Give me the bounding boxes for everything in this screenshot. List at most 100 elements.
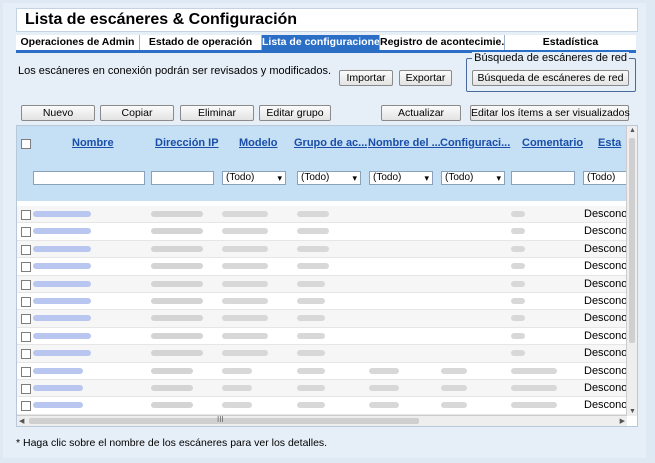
scanner-name-link[interactable] (33, 367, 83, 374)
ip-filter-input[interactable] (151, 171, 214, 185)
status-cell: Descono (584, 260, 628, 273)
scroll-right-icon[interactable]: ▶ (620, 417, 625, 425)
column-header-configuration[interactable]: Configuraci... (440, 137, 512, 149)
select-all-checkbox[interactable] (21, 139, 31, 149)
scanner-name-link[interactable] (33, 384, 83, 391)
edit-group-button[interactable]: Editar grupo (259, 105, 331, 121)
redacted-cell (151, 228, 203, 235)
table-row[interactable]: Descono (17, 310, 627, 328)
column-header-access-group[interactable]: Grupo de ac... (294, 137, 367, 149)
redacted-cell (297, 332, 325, 339)
redacted-cell (151, 402, 193, 409)
comment-filter-input[interactable] (511, 171, 575, 185)
row-checkbox[interactable] (21, 296, 31, 307)
vertical-scrollbar[interactable]: ▲ ▼ (626, 126, 637, 416)
row-checkbox[interactable] (21, 366, 31, 377)
redacted-cell (297, 367, 325, 374)
redacted-cell (222, 211, 268, 217)
column-header-status[interactable]: Esta (598, 137, 624, 149)
redacted-cell (222, 263, 268, 270)
redacted-cell (511, 350, 525, 357)
status-filter-select[interactable]: (Todo) (583, 171, 627, 185)
scanner-name-link[interactable] (33, 350, 91, 357)
scroll-up-icon[interactable]: ▲ (629, 127, 636, 134)
table-row[interactable]: Descono (17, 293, 627, 311)
tab-configuration-list[interactable]: Lista de configuraciones (262, 35, 380, 50)
configuration-filter-select[interactable]: (Todo) (441, 171, 505, 185)
scanner-name-link[interactable] (33, 263, 91, 270)
tab-admin-operations[interactable]: Operaciones de Admin (16, 35, 140, 50)
network-search-button[interactable]: Búsqueda de escáneres de red (472, 70, 629, 86)
redacted-cell (511, 211, 525, 217)
table-row[interactable]: Descono (17, 363, 627, 380)
name-filter-input[interactable] (33, 171, 145, 185)
copy-button[interactable]: Copiar (100, 105, 174, 121)
redacted-cell (441, 367, 467, 374)
redacted-cell (297, 315, 325, 322)
table-row[interactable]: Descono (17, 275, 627, 293)
table-row[interactable]: Descono (17, 206, 628, 224)
redacted-cell (297, 211, 329, 217)
scanner-name-link[interactable] (33, 315, 91, 322)
scanner-name-link[interactable] (33, 280, 91, 287)
row-checkbox[interactable] (21, 244, 31, 255)
status-cell: Descono (584, 399, 628, 412)
tab-event-log[interactable]: Registro de acontecimie... (380, 35, 505, 50)
scanner-name-link[interactable] (33, 332, 91, 339)
row-checkbox[interactable] (21, 331, 31, 342)
redacted-cell (297, 245, 329, 252)
scanner-name-link[interactable] (33, 245, 91, 252)
horizontal-scroll-thumb[interactable]: III (29, 415, 419, 424)
column-header-comment[interactable]: Comentario (522, 137, 583, 149)
row-checkbox[interactable] (21, 262, 31, 273)
redacted-cell (511, 367, 557, 374)
redacted-cell (297, 263, 329, 270)
redacted-cell (511, 384, 557, 391)
column-header-ip[interactable]: Dirección IP (155, 137, 219, 149)
tab-bar: Operaciones de Admin Estado de operación… (16, 35, 636, 53)
scanner-name-link[interactable] (33, 211, 91, 217)
redacted-cell (297, 384, 325, 391)
column-header-device-name[interactable]: Nombre del ... (368, 137, 440, 149)
horizontal-scrollbar[interactable]: ◀ III ▶ (17, 415, 627, 426)
edit-visible-items-button[interactable]: Editar los ítems a ser visualizados (470, 105, 630, 121)
delete-button[interactable]: Eliminar (180, 105, 254, 121)
device-name-filter-select[interactable]: (Todo) (369, 171, 433, 185)
access-group-filter-select[interactable]: (Todo) (297, 171, 361, 185)
status-cell: Descono (584, 242, 628, 255)
tab-operation-status[interactable]: Estado de operación (140, 35, 262, 50)
scroll-down-icon[interactable]: ▼ (629, 408, 636, 415)
table-row[interactable]: Descono (17, 379, 628, 398)
new-button[interactable]: Nuevo (21, 105, 95, 121)
row-checkbox[interactable] (21, 401, 31, 412)
row-checkbox[interactable] (21, 383, 31, 394)
redacted-cell (222, 315, 268, 322)
vertical-scroll-thumb[interactable] (629, 138, 635, 343)
row-checkbox[interactable] (21, 279, 31, 290)
refresh-button[interactable]: Actualizar (381, 105, 461, 121)
status-cell: Descono (584, 208, 628, 220)
column-header-model[interactable]: Modelo (239, 137, 278, 149)
row-checkbox[interactable] (21, 314, 31, 325)
status-cell: Descono (584, 381, 628, 394)
table-row[interactable]: Descono (17, 397, 628, 415)
model-filter-select[interactable]: (Todo) (222, 171, 286, 185)
table-row[interactable]: Descono (17, 240, 628, 259)
import-button[interactable]: Importar (339, 70, 393, 86)
tab-statistics[interactable]: Estadística (505, 35, 636, 50)
export-button[interactable]: Exportar (399, 70, 452, 86)
row-checkbox[interactable] (21, 227, 31, 238)
scanner-name-link[interactable] (33, 297, 91, 304)
table-row[interactable]: Descono (17, 345, 627, 363)
redacted-cell (369, 402, 399, 409)
scanner-name-link[interactable] (33, 228, 91, 235)
table-row[interactable]: Descono (17, 328, 627, 346)
table-row[interactable]: Descono (17, 223, 627, 241)
page-title: Lista de escáneres & Configuración (25, 11, 298, 28)
scroll-left-icon[interactable]: ◀ (19, 417, 24, 425)
column-header-name[interactable]: Nombre (72, 137, 114, 149)
scanner-name-link[interactable] (33, 402, 83, 409)
row-checkbox[interactable] (21, 210, 31, 220)
row-checkbox[interactable] (21, 349, 31, 360)
table-row[interactable]: Descono (17, 258, 628, 276)
